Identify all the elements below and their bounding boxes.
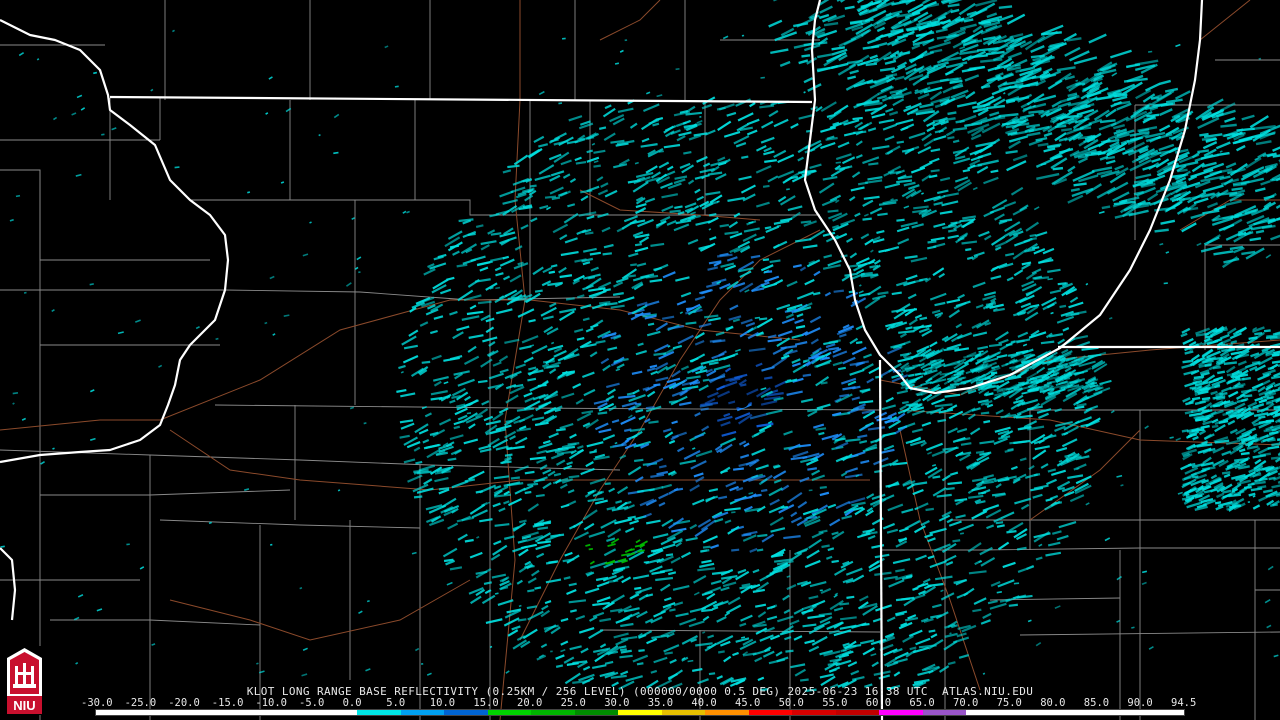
niu-logo: NIU bbox=[3, 646, 46, 715]
colorbar-segment bbox=[705, 710, 749, 715]
echo-streak bbox=[421, 663, 424, 665]
colorbar-segment bbox=[487, 710, 532, 715]
colorbar-segment bbox=[313, 710, 358, 715]
colorbar-segment bbox=[270, 710, 314, 715]
colorbar-segment bbox=[1140, 710, 1184, 715]
colorbar-segment bbox=[531, 710, 575, 715]
colorbar-tick-label: -30.0 bbox=[81, 697, 113, 709]
colorbar-tick-label: -5.0 bbox=[299, 697, 325, 709]
radar-map bbox=[0, 0, 1280, 720]
colorbar-tick-label: 5.0 bbox=[386, 697, 406, 709]
colorbar-tick-label: -25.0 bbox=[124, 697, 157, 709]
colorbar-tick-label: 40.0 bbox=[691, 697, 717, 709]
colorbar-segment bbox=[748, 710, 793, 715]
colorbar-segment bbox=[400, 710, 445, 715]
colorbar-segment bbox=[792, 710, 836, 715]
colorbar-tick-label: 45.0 bbox=[735, 697, 761, 709]
colorbar-segment bbox=[444, 710, 488, 715]
colorbar-tick-label: -15.0 bbox=[211, 697, 244, 709]
echo-streak bbox=[550, 650, 553, 653]
colorbar-tick-label: 30.0 bbox=[604, 697, 630, 709]
colorbar-tick-label: 94.5 bbox=[1171, 697, 1197, 709]
colorbar-tick-label: 80.0 bbox=[1040, 697, 1066, 709]
colorbar-tick-label: 70.0 bbox=[953, 697, 979, 709]
echo-streak bbox=[358, 271, 361, 274]
radar-site bbox=[735, 394, 749, 408]
colorbar-tick-label: 65.0 bbox=[909, 697, 935, 709]
colorbar-tick-label: 10.0 bbox=[429, 697, 456, 709]
colorbar-tick-label: 20.0 bbox=[517, 697, 543, 709]
colorbar-tick-label: 50.0 bbox=[778, 697, 804, 709]
colorbar-tick-label: 75.0 bbox=[996, 697, 1022, 709]
colorbar-ticks: -30.0 -25.0 -20.0 -15.0 -10.0 -5.0 0.0 5.0 10.0 1… bbox=[81, 697, 1197, 709]
echo-streak bbox=[1247, 501, 1251, 503]
colorbar-segment bbox=[661, 710, 706, 715]
colorbar-segment bbox=[96, 710, 140, 715]
colorbar-segment bbox=[966, 710, 1010, 715]
colorbar-segment bbox=[1053, 710, 1097, 715]
colorbar-tick-label: 90.0 bbox=[1127, 697, 1153, 709]
colorbar-segment bbox=[183, 710, 227, 715]
colorbar-segment bbox=[1009, 710, 1054, 715]
echo-streak bbox=[741, 34, 745, 37]
colorbar-segment bbox=[879, 710, 923, 715]
reflectivity-colorbar bbox=[95, 709, 1185, 716]
colorbar-tick-label: 60.0 bbox=[865, 697, 892, 709]
colorbar-tick-label: 0.0 bbox=[342, 697, 362, 709]
colorbar-tick-label: -10.0 bbox=[255, 697, 287, 709]
colorbar-segment bbox=[574, 710, 619, 715]
colorbar-segment bbox=[1096, 710, 1141, 715]
colorbar-tick-label: 55.0 bbox=[822, 697, 848, 709]
colorbar-tick-label: 15.0 bbox=[473, 697, 499, 709]
colorbar-segment bbox=[357, 710, 401, 715]
echo-streak bbox=[624, 39, 628, 42]
colorbar-segment bbox=[226, 710, 271, 715]
colorbar-tick-label: 35.0 bbox=[647, 697, 674, 709]
colorbar-segment bbox=[618, 710, 662, 715]
colorbar-segment bbox=[139, 710, 184, 715]
colorbar-tick-label: 25.0 bbox=[560, 697, 586, 709]
colorbar-tick-label: 85.0 bbox=[1083, 697, 1110, 709]
echo-streak bbox=[819, 589, 823, 592]
logo-text: NIU bbox=[13, 698, 35, 713]
colorbar-segment bbox=[922, 710, 967, 715]
colorbar-segment bbox=[835, 710, 880, 715]
colorbar-tick-label: -20.0 bbox=[168, 697, 200, 709]
